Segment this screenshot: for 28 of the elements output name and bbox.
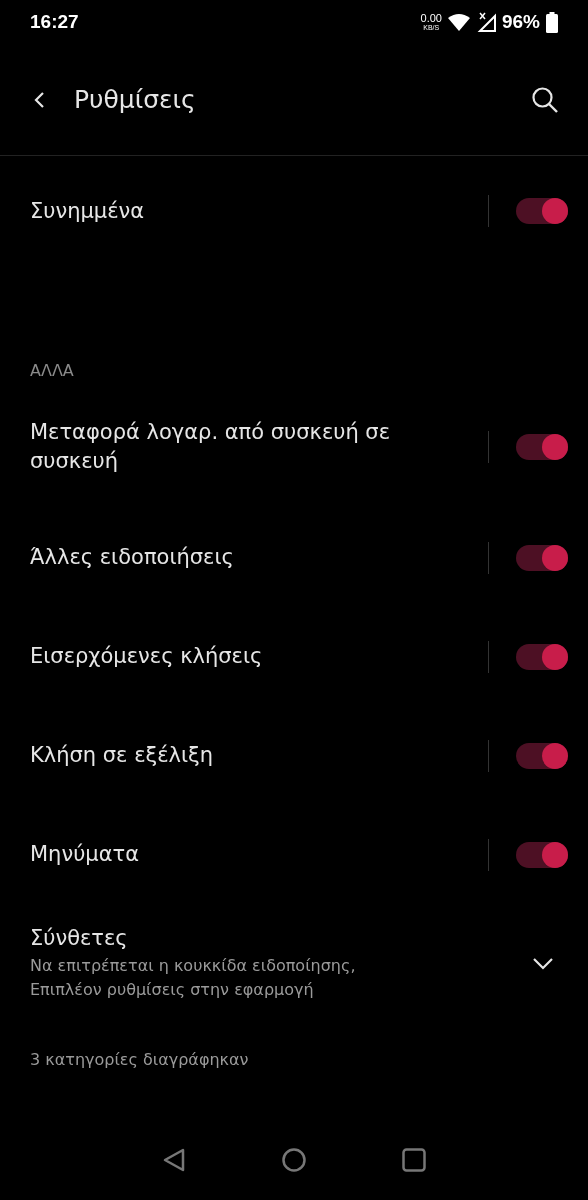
advanced-summary: Να επιτρέπεται η κουκκίδα ειδοποίησης, Επιπλέον ρυθμίσεις στην εφαρμογή [30,955,357,1001]
cellular-signal-icon [475,12,496,32]
back-nav-button[interactable] [161,1147,187,1173]
toggle-switch[interactable] [516,544,568,571]
search-button[interactable] [530,84,560,115]
status-time: 16:27 [30,11,79,33]
setting-label: Κλήση σε εξέλιξη [30,742,215,769]
setting-label: Άλλες ειδοποιήσεις [30,544,235,571]
network-speed: 0.00 [420,13,442,24]
toggle-switch[interactable] [516,841,568,868]
recents-nav-button[interactable] [401,1147,427,1173]
battery-icon [546,11,558,33]
home-nav-button[interactable] [281,1147,307,1173]
deleted-categories-note: 3 κατηγορίες διαγράφηκαν [30,1049,249,1069]
advanced-title: Σύνθετες [30,926,129,950]
toggle-switch[interactable] [516,198,568,224]
setting-label: Μηνύματα [30,841,140,868]
battery-percent: 96% [501,11,540,33]
toggle-switch[interactable] [516,742,568,769]
section-header: ΑΛΛΑ [30,361,74,380]
expand-button[interactable] [532,957,554,971]
setting-label: Μεταφορά λογαρ. από συσκευή σε συσκευή [30,419,392,475]
setting-label: Εισερχόμενες κλήσεις [30,643,264,670]
wifi-icon [447,13,470,31]
page-title: Ρυθμίσεις [74,85,197,114]
toggle-switch[interactable] [516,434,568,460]
toggle-switch[interactable] [516,643,568,670]
setting-label: Συνημμένα [30,197,146,225]
